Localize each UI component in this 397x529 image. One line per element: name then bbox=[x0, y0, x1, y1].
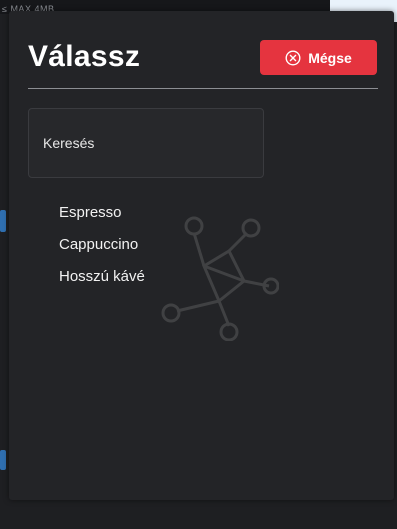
option-item[interactable]: Hosszú kávé bbox=[59, 267, 145, 299]
cancel-button-label: Mégse bbox=[308, 49, 352, 66]
modal-title: Válassz bbox=[28, 40, 141, 73]
cancel-button[interactable]: Mégse bbox=[260, 40, 377, 75]
option-item[interactable]: Cappuccino bbox=[59, 235, 145, 267]
title-divider bbox=[28, 88, 378, 89]
close-circle-icon bbox=[285, 49, 301, 66]
search-input[interactable] bbox=[29, 109, 263, 177]
option-list: Espresso Cappuccino Hosszú kávé bbox=[59, 203, 145, 299]
background-accent-edge bbox=[0, 450, 6, 470]
option-item[interactable]: Espresso bbox=[59, 203, 145, 235]
background-accent-edge bbox=[0, 210, 6, 232]
search-field[interactable] bbox=[28, 108, 264, 178]
select-modal: Válassz Mégse Espresso Cappuccino Hosszú… bbox=[9, 11, 394, 500]
molecule-icon bbox=[161, 216, 279, 341]
